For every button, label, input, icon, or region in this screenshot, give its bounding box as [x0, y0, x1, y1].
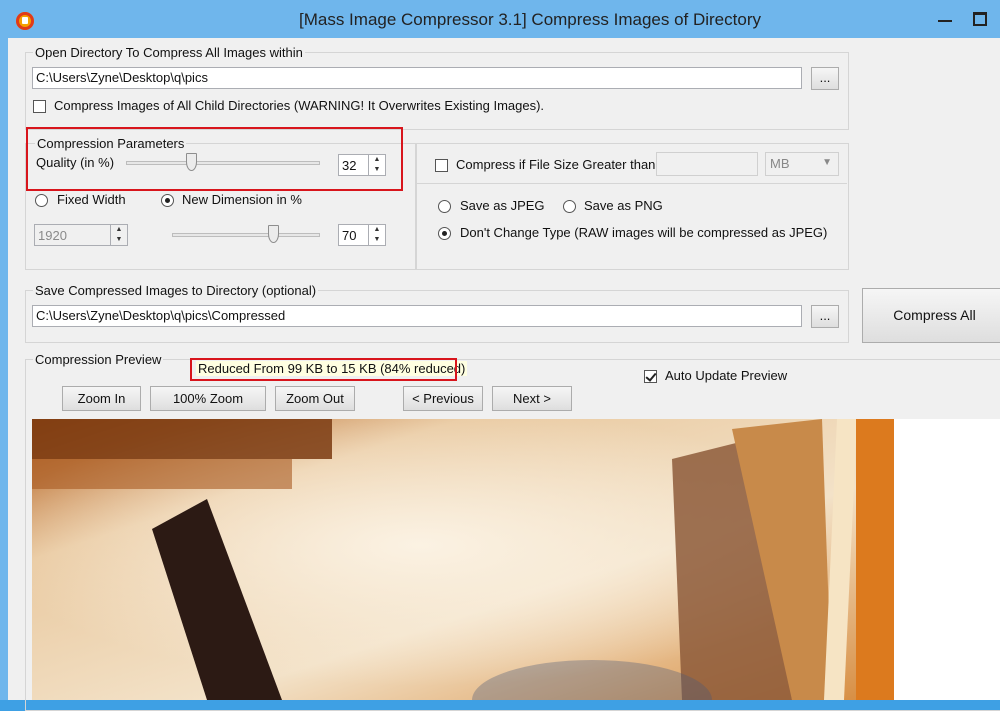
new-dimension-label: New Dimension in %: [182, 192, 302, 207]
preview-blank-area: [894, 419, 1000, 700]
child-directories-checkbox[interactable]: [33, 100, 46, 113]
maximize-icon[interactable]: [973, 12, 987, 26]
fixed-width-radio[interactable]: [35, 194, 48, 207]
save-jpeg-label: Save as JPEG: [460, 198, 545, 213]
fixed-width-label: Fixed Width: [57, 192, 126, 207]
compression-preview-label: Compression Preview: [33, 352, 164, 367]
dimension-slider-thumb[interactable]: [268, 225, 279, 243]
source-directory-input[interactable]: C:\Users\Zyne\Desktop\q\pics: [32, 67, 802, 89]
auto-update-label: Auto Update Preview: [665, 368, 788, 383]
child-directories-label: Compress Images of All Child Directories…: [54, 98, 545, 113]
size-filter-input[interactable]: [656, 152, 758, 176]
size-unit-select[interactable]: MB ▼: [765, 152, 839, 176]
fixed-width-spinbox[interactable]: 1920 ▲ ▼: [34, 224, 128, 246]
zoom-in-button[interactable]: Zoom In: [62, 386, 141, 411]
next-button[interactable]: Next >: [492, 386, 572, 411]
size-filter-label: Compress if File Size Greater than: [456, 157, 656, 172]
minimize-icon[interactable]: [938, 20, 952, 22]
save-directory-group-label: Save Compressed Images to Directory (opt…: [33, 283, 319, 298]
save-png-label: Save as PNG: [584, 198, 663, 213]
window-title: [Mass Image Compressor 3.1] Compress Ima…: [299, 10, 761, 29]
browse-save-button[interactable]: ...: [811, 305, 839, 328]
dimension-spinbox[interactable]: 70 ▲ ▼: [338, 224, 386, 246]
dimension-slider-track[interactable]: [172, 233, 320, 237]
keep-type-radio[interactable]: [438, 227, 451, 240]
chevron-down-icon: ▼: [822, 157, 832, 168]
preview-photo-graphic: [32, 419, 894, 700]
keep-type-label: Don't Change Type (RAW images will be co…: [460, 225, 828, 240]
spin-down-icon[interactable]: ▼: [111, 235, 127, 245]
size-filter-checkbox[interactable]: [435, 159, 448, 172]
auto-update-checkbox[interactable]: [644, 370, 657, 383]
browse-source-button[interactable]: ...: [811, 67, 839, 90]
zoom-100-button[interactable]: 100% Zoom: [150, 386, 266, 411]
save-png-radio[interactable]: [563, 200, 576, 213]
open-directory-group-label: Open Directory To Compress All Images wi…: [33, 45, 305, 60]
spin-down-icon[interactable]: ▼: [369, 235, 385, 245]
options-divider: [416, 183, 847, 184]
compress-all-button[interactable]: Compress All: [862, 288, 1000, 343]
dimension-value: 70: [342, 228, 357, 243]
spin-up-icon[interactable]: ▲: [369, 225, 385, 235]
quality-highlight-box: [26, 127, 403, 191]
fixed-width-value: 1920: [38, 228, 67, 243]
size-unit-value: MB: [770, 156, 790, 171]
previous-button[interactable]: < Previous: [403, 386, 483, 411]
open-directory-group: [25, 52, 849, 130]
save-jpeg-radio[interactable]: [438, 200, 451, 213]
new-dimension-radio[interactable]: [161, 194, 174, 207]
reduction-highlight-box: [190, 358, 457, 381]
preview-image[interactable]: [32, 419, 894, 700]
spin-up-icon[interactable]: ▲: [111, 225, 127, 235]
zoom-out-button[interactable]: Zoom Out: [275, 386, 355, 411]
save-directory-input[interactable]: C:\Users\Zyne\Desktop\q\pics\Compressed: [32, 305, 802, 327]
